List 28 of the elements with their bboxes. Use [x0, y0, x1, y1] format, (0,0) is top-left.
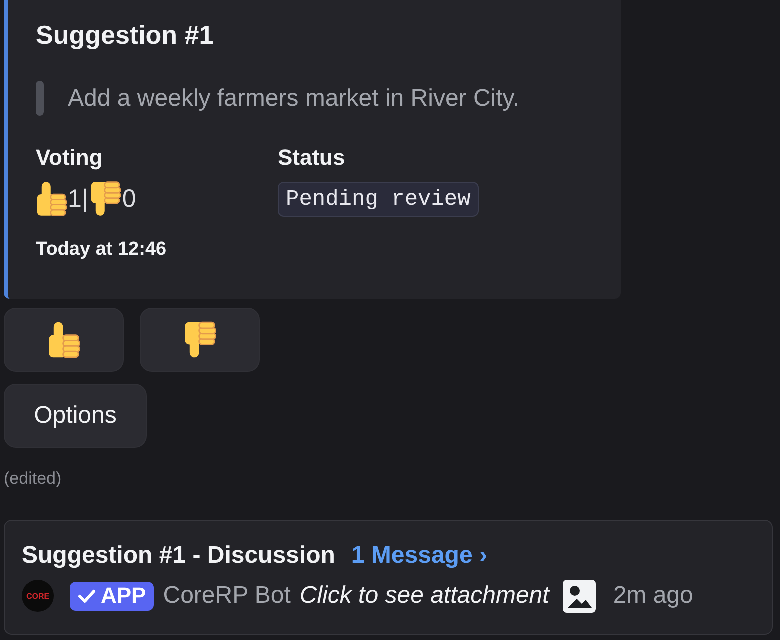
image-icon	[563, 580, 596, 612]
field-name: Status	[278, 144, 346, 172]
avatar-logo-text: CORE	[26, 592, 50, 600]
time-ago: 2m ago	[613, 582, 694, 610]
timestamp: Today at 12:46	[36, 238, 168, 262]
status-code: Pending review	[278, 182, 479, 216]
vote-separator: |	[82, 184, 88, 214]
vote-count: 1	[68, 184, 82, 214]
thread-title: Suggestion #1 - Discussion	[22, 541, 336, 571]
edited-label: (edited)	[3, 468, 62, 490]
check-icon	[78, 588, 96, 604]
thumbs-up-icon	[36, 181, 68, 217]
thumbs-down-icon	[90, 181, 122, 217]
author-name: CoreRP Bot	[163, 582, 291, 610]
downvote-button[interactable]	[140, 308, 260, 372]
vote-count: 0	[122, 184, 136, 214]
options-button[interactable]: Options	[4, 384, 147, 448]
quote-text: Add a weekly farmers market in River City.	[68, 84, 520, 114]
card-title: Suggestion #1	[36, 19, 215, 51]
thumbs-up-icon	[48, 321, 80, 359]
badge-text: APP	[101, 583, 146, 609]
message-preview: Click to see attachment	[300, 582, 550, 610]
field-name: Voting	[36, 144, 104, 172]
message-count-link[interactable]: 1 Message ›	[351, 541, 488, 571]
upvote-button[interactable]	[4, 308, 124, 372]
thread-card[interactable]: Suggestion #1 - Discussion 1 Message › CORE APP CoreRP Bot Click to see attachment 2m ago	[4, 520, 773, 635]
thumbs-down-icon	[184, 321, 216, 359]
quote-bar	[36, 81, 44, 116]
